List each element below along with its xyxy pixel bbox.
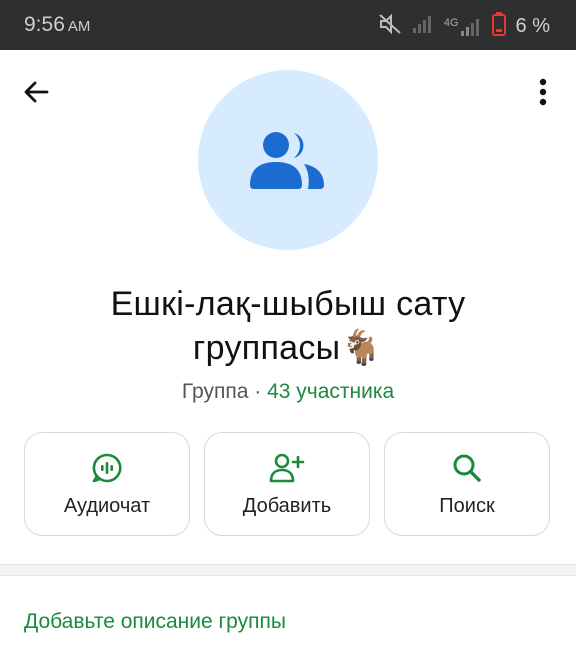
section-divider — [0, 564, 576, 576]
search-icon — [452, 451, 482, 485]
add-member-label: Добавить — [242, 494, 332, 517]
group-subtitle: Группа · 43 участника — [0, 380, 576, 404]
more-options-button[interactable] — [534, 78, 552, 111]
status-ampm: AM — [67, 18, 91, 35]
audio-chat-button[interactable]: Аудиочат — [24, 432, 190, 536]
status-icons: 4G 6 % — [378, 12, 550, 41]
battery-low-icon — [491, 12, 506, 41]
group-type: Группа — [181, 380, 249, 403]
status-bar: 9:56 AM 4G 6 % — [0, 0, 576, 50]
network-indicator: 4G — [444, 17, 482, 37]
separator: · — [248, 380, 268, 403]
search-button[interactable]: Поиск — [384, 432, 550, 536]
audio-chat-icon — [91, 451, 123, 485]
back-button[interactable] — [22, 78, 50, 111]
group-info-page: Ешкі-лақ-шыбыш сату группасы🐐 Группа · 4… — [0, 50, 576, 658]
network-type: 4G — [443, 16, 459, 29]
status-time-value: 9:56 — [24, 13, 65, 36]
group-name: Ешкі-лақ-шыбыш сату группасы🐐 — [110, 285, 466, 367]
battery-percent: 6 % — [515, 15, 550, 37]
action-buttons: Аудиочат Добавить Поиск — [24, 432, 552, 536]
members-count-link[interactable]: 43 участника — [267, 380, 394, 403]
audio-chat-label: Аудиочат — [63, 494, 151, 517]
mute-icon — [378, 13, 402, 40]
more-vertical-icon — [539, 78, 547, 106]
signal-icon — [412, 14, 434, 39]
add-person-icon — [269, 451, 305, 485]
status-time: 9:56 AM — [24, 13, 90, 37]
add-member-button[interactable]: Добавить — [204, 432, 370, 536]
search-label: Поиск — [439, 494, 495, 517]
signal-icon — [460, 18, 479, 36]
arrow-left-icon — [24, 81, 49, 103]
add-description-link[interactable]: Добавьте описание группы — [24, 610, 286, 634]
group-icon — [250, 132, 324, 189]
group-avatar[interactable] — [198, 70, 378, 250]
